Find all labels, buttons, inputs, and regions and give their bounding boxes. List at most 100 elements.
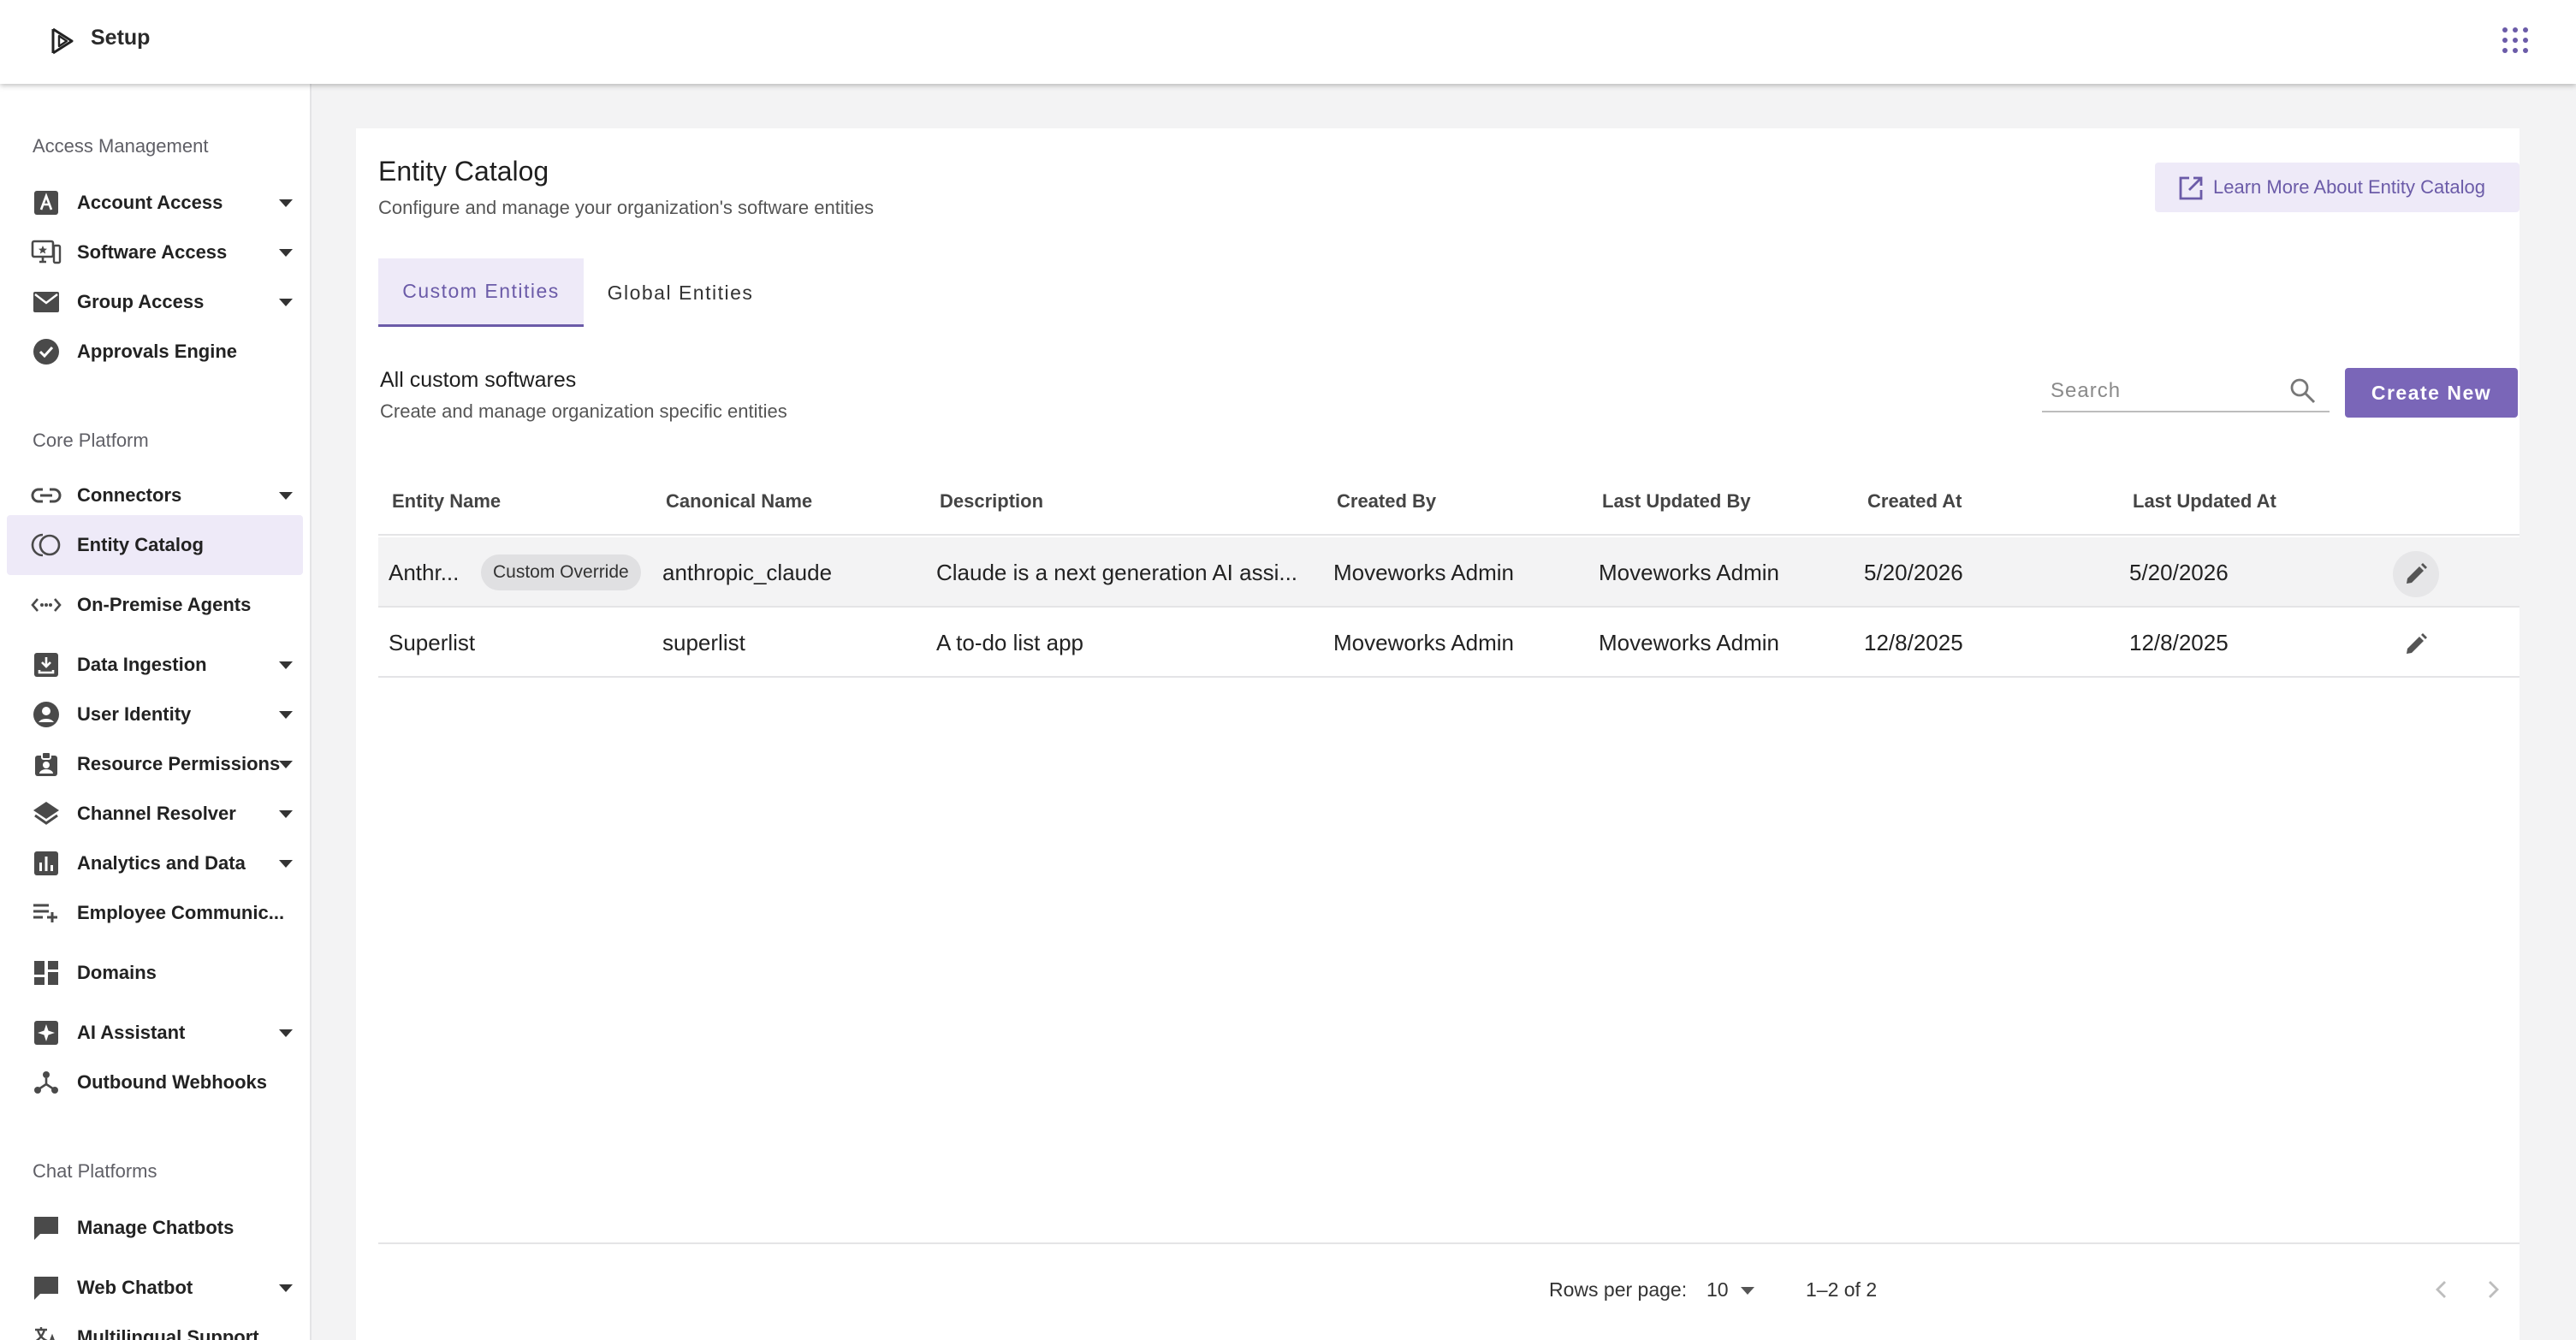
sidebar-item-label: Outbound Webhooks <box>77 1071 268 1093</box>
apps-grid-icon[interactable] <box>2502 27 2528 53</box>
sidebar-item-label: Employee Communic... <box>77 902 285 923</box>
sidebar-item-label: Channel Resolver <box>77 803 236 824</box>
caret-down-icon[interactable] <box>279 491 293 500</box>
sidebar-item-label: Domains <box>77 962 157 983</box>
sidebar-section-core-platform: Core Platform <box>33 430 149 451</box>
caret-down-icon[interactable] <box>279 859 293 868</box>
sidebar-item-label: AI Assistant <box>77 1022 186 1043</box>
setup-logo-icon[interactable] <box>46 24 80 58</box>
pagination-range: 1–2 of 2 <box>1806 1278 1878 1301</box>
column-header-created-by[interactable]: Created By <box>1337 467 1436 536</box>
sidebar-item-manage-chatbots[interactable]: Manage Chatbots <box>7 1198 303 1258</box>
sidebar-item-label: Resource Permissions <box>77 753 281 774</box>
app-title: Setup <box>91 26 151 50</box>
column-header-last-updated-at[interactable]: Last Updated At <box>2133 467 2276 536</box>
column-header-canonical-name[interactable]: Canonical Name <box>666 467 812 536</box>
column-header-last-updated-by[interactable]: Last Updated By <box>1602 467 1751 536</box>
table-pagination: Rows per page: 10 1–2 of 2 <box>378 1242 2520 1340</box>
caret-down-icon[interactable] <box>1741 1287 1754 1295</box>
pencil-icon <box>2407 563 2427 584</box>
account-circle-icon <box>31 699 62 730</box>
badge-icon <box>31 749 62 780</box>
layers-icon <box>31 798 62 829</box>
dashboard-icon <box>31 958 62 988</box>
edit-button[interactable] <box>2393 551 2439 597</box>
sparkle-box-icon <box>31 1017 62 1048</box>
tab-global-entities[interactable]: Global Entities <box>584 258 777 327</box>
sidebar-item-label: Multilingual Support <box>77 1326 259 1340</box>
sidebar-item-approvals-engine[interactable]: Approvals Engine <box>7 322 303 382</box>
list-title: All custom softwares <box>380 368 577 392</box>
chat-bubble-icon <box>31 1213 62 1243</box>
caret-down-icon[interactable] <box>279 809 293 818</box>
caret-down-icon[interactable] <box>279 760 293 768</box>
cell-entity-name: Superlist <box>389 629 476 655</box>
sidebar-item-label: On-Premise Agents <box>77 594 252 615</box>
custom-override-badge: Custom Override <box>481 554 641 590</box>
sidebar-section-access-management: Access Management <box>33 135 209 157</box>
chevron-right-icon[interactable] <box>2478 1275 2508 1304</box>
sidebar-item-on-premise-agents[interactable]: On-Premise Agents <box>7 575 303 635</box>
caret-down-icon[interactable] <box>279 199 293 207</box>
translate-icon <box>31 1322 62 1340</box>
cell-canonical-name: superlist <box>662 629 745 655</box>
tab-custom-entities[interactable]: Custom Entities <box>378 258 584 327</box>
chevron-left-icon[interactable] <box>2427 1275 2456 1304</box>
search-input[interactable] <box>2051 377 2282 406</box>
sidebar: Access Management Account Access Softwar… <box>0 84 312 1340</box>
mail-icon <box>31 287 62 317</box>
sidebar-item-domains[interactable]: Domains <box>7 943 303 1003</box>
sidebar-item-label: Data Ingestion <box>77 654 207 675</box>
open-in-new-icon <box>2179 176 2203 200</box>
cell-description: A to-do list app <box>936 629 1083 655</box>
cell-last-updated-at: 12/8/2025 <box>2129 629 2229 655</box>
column-header-entity-name[interactable]: Entity Name <box>392 467 501 536</box>
sidebar-item-multilingual-support[interactable]: Multilingual Support <box>7 1307 303 1340</box>
table-header: Entity Name Canonical Name Description C… <box>378 467 2520 536</box>
rows-per-page-select[interactable]: 10 <box>1706 1278 1729 1301</box>
cell-created-by: Moveworks Admin <box>1333 629 1514 655</box>
sidebar-item-outbound-webhooks[interactable]: Outbound Webhooks <box>7 1052 303 1112</box>
code-dots-icon <box>31 590 62 620</box>
caret-down-icon[interactable] <box>279 298 293 306</box>
sidebar-section-chat-platforms: Chat Platforms <box>33 1160 157 1182</box>
caret-down-icon[interactable] <box>279 1029 293 1037</box>
search-icon[interactable] <box>2288 377 2318 406</box>
search-field[interactable] <box>2042 370 2330 412</box>
link-icon <box>31 480 62 511</box>
edit-button[interactable] <box>2393 621 2439 667</box>
cell-last-updated-at: 5/20/2026 <box>2129 559 2229 585</box>
sidebar-item-employee-communications[interactable]: Employee Communic... <box>7 883 303 943</box>
sidebar-item-label: Analytics and Data <box>77 852 246 874</box>
list-subtitle: Create and manage organization specific … <box>380 400 787 422</box>
playlist-add-icon <box>31 898 62 928</box>
cell-created-by: Moveworks Admin <box>1333 559 1514 585</box>
sidebar-item-label: Software Access <box>77 241 228 263</box>
sidebar-item-label: Web Chatbot <box>77 1277 193 1298</box>
sidebar-item-label: Manage Chatbots <box>77 1217 234 1238</box>
cell-entity-name: Anthr... <box>389 559 460 585</box>
table-row[interactable]: Superlist superlist A to-do list app Mov… <box>378 608 2520 678</box>
column-header-description[interactable]: Description <box>940 467 1043 536</box>
bar-chart-icon <box>31 848 62 879</box>
create-new-button[interactable]: Create New <box>2345 368 2518 418</box>
top-app-bar: Setup <box>0 0 2576 84</box>
sidebar-item-label: Connectors <box>77 484 182 506</box>
rows-per-page-label: Rows per page: <box>1549 1278 1688 1301</box>
sidebar-item-entity-catalog[interactable]: Entity Catalog <box>7 515 303 575</box>
caret-down-icon[interactable] <box>279 248 293 257</box>
download-box-icon <box>31 649 62 680</box>
learn-more-label: Learn More About Entity Catalog <box>2213 176 2485 198</box>
caret-down-icon[interactable] <box>279 1284 293 1292</box>
page-subtitle: Configure and manage your organization's… <box>378 197 874 218</box>
chat-bubble-icon <box>31 1272 62 1303</box>
main-content-card: Entity Catalog Configure and manage your… <box>356 128 2520 1340</box>
learn-more-button[interactable]: Learn More About Entity Catalog <box>2155 163 2520 212</box>
cell-created-at: 12/8/2025 <box>1864 629 1963 655</box>
table-row[interactable]: Anthr... Custom Override anthropic_claud… <box>378 537 2520 608</box>
sidebar-item-label: User Identity <box>77 703 192 725</box>
column-header-created-at[interactable]: Created At <box>1867 467 1962 536</box>
pencil-icon <box>2407 633 2427 654</box>
caret-down-icon[interactable] <box>279 661 293 669</box>
caret-down-icon[interactable] <box>279 710 293 719</box>
